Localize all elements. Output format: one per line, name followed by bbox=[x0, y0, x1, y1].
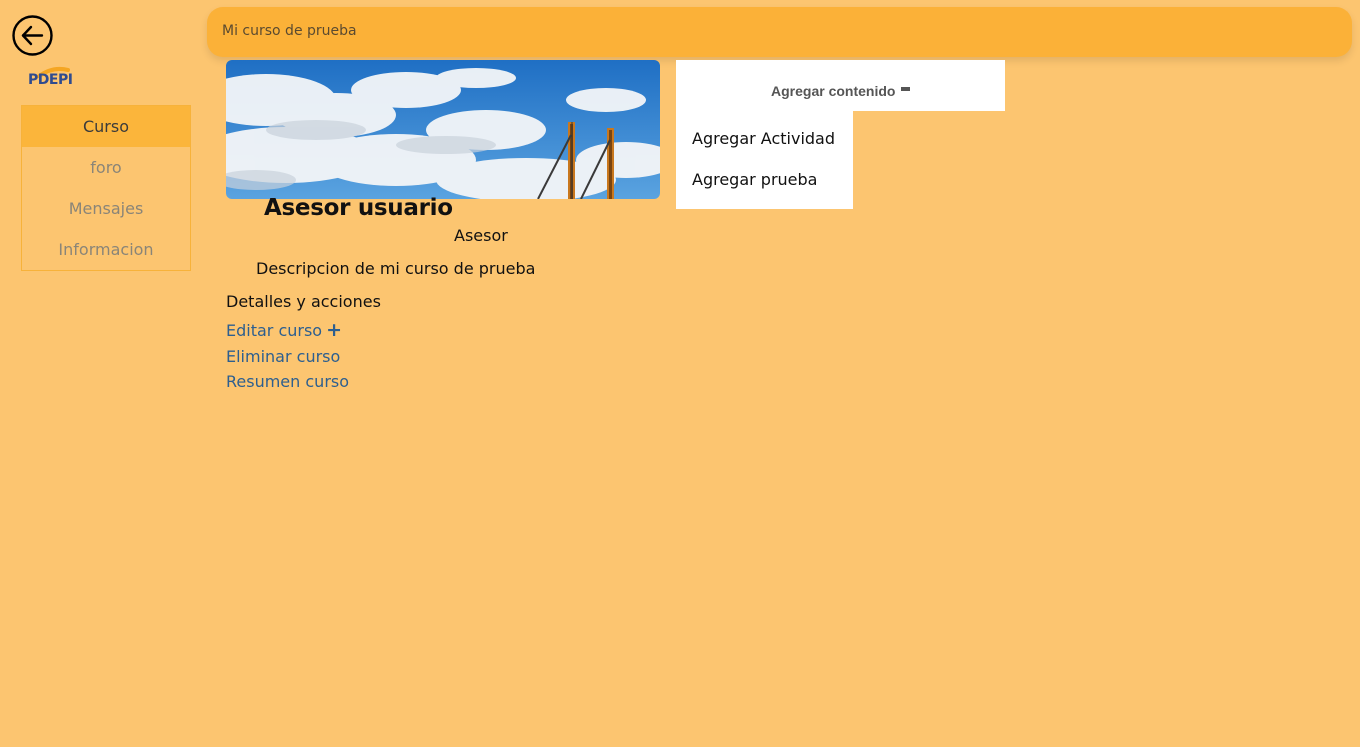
add-activity-item[interactable]: Agregar Actividad bbox=[692, 129, 835, 148]
add-content-menu: Agregar Actividad Agregar prueba bbox=[676, 111, 853, 209]
course-title: Mi curso de prueba bbox=[222, 23, 357, 39]
sky-cranes-illustration bbox=[226, 60, 660, 199]
pdepi-logo: PDEPI bbox=[28, 66, 76, 92]
sidebar-item-informacion[interactable]: Informacion bbox=[22, 229, 190, 270]
add-content-toggle[interactable]: Agregar contenido bbox=[676, 60, 1005, 111]
course-banner-image bbox=[226, 60, 660, 199]
sidebar: Curso foro Mensajes Informacion bbox=[21, 105, 191, 271]
sidebar-item-mensajes[interactable]: Mensajes bbox=[22, 188, 190, 229]
plus-icon[interactable]: + bbox=[326, 321, 342, 340]
sidebar-item-foro[interactable]: foro bbox=[22, 147, 190, 188]
add-content-label: Agregar contenido bbox=[771, 83, 896, 99]
back-button[interactable] bbox=[12, 15, 53, 56]
course-description: Descripcion de mi curso de prueba bbox=[256, 259, 536, 278]
add-test-item[interactable]: Agregar prueba bbox=[692, 170, 817, 189]
arrow-left-circle-icon bbox=[12, 15, 53, 56]
advisor-role: Asesor bbox=[454, 226, 508, 245]
advisor-name: Asesor usuario bbox=[264, 195, 453, 221]
summary-course-link[interactable]: Resumen curso bbox=[226, 372, 349, 391]
minus-icon bbox=[901, 87, 910, 91]
delete-course-link[interactable]: Eliminar curso bbox=[226, 347, 340, 366]
details-heading: Detalles y acciones bbox=[226, 292, 381, 311]
sidebar-item-curso[interactable]: Curso bbox=[22, 106, 190, 147]
edit-course-label: Editar curso bbox=[226, 321, 323, 340]
edit-course-link[interactable]: Editar curso + bbox=[226, 321, 342, 341]
course-header-bar: Mi curso de prueba bbox=[207, 7, 1352, 57]
logo-text: PDEPI bbox=[28, 72, 73, 88]
